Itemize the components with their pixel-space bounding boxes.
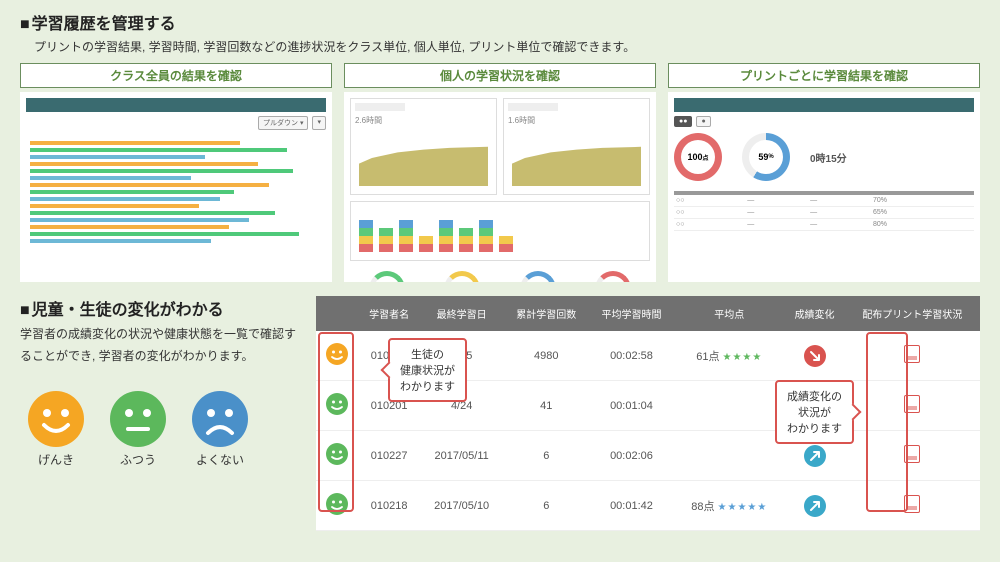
section2-desc: 学習者の成績変化の状況や健康状態を一覧で確認することができ, 学習者の変化がわか… <box>20 324 300 367</box>
section2-title: 児童・生徒の変化がわかる <box>20 296 300 320</box>
neutral-face-icon <box>110 391 166 447</box>
cell-date: 2017/05/10 <box>420 481 504 531</box>
distribution-icon[interactable] <box>904 445 920 463</box>
cell-score: 61点 ★★★★ <box>674 331 784 381</box>
mood-face-icon <box>326 343 348 365</box>
table-row[interactable]: 0102272017/05/11600:02:06 <box>316 431 980 481</box>
th-score: 平均点 <box>674 296 784 331</box>
mood-face-icon <box>326 393 348 415</box>
table-row[interactable]: 0102182017/05/10600:01:4288点 ★★★★★ <box>316 481 980 531</box>
trend-up-icon <box>804 495 826 517</box>
score-sub: 59 <box>758 152 768 162</box>
cell-name: 010218 <box>359 481 420 531</box>
cell-time: 00:02:06 <box>589 431 674 481</box>
panel-thumb-1: プルダウン ▾▾ <box>20 92 332 282</box>
cell-time: 00:02:58 <box>589 331 674 381</box>
cell-date: 2017/05/11 <box>420 431 504 481</box>
cell-count: 4980 <box>504 331 589 381</box>
th-dist: 配布プリント学習状況 <box>845 296 980 331</box>
time-display: 0時15分 <box>810 150 847 165</box>
cell-distribution[interactable] <box>845 381 980 431</box>
cell-count: 6 <box>504 431 589 481</box>
panel-thumb-3: ●● ● 100点 59% 0時15分 <box>668 92 980 282</box>
cell-score <box>674 381 784 431</box>
mood-face-icon <box>326 493 348 515</box>
gauge-1: 92 <box>369 271 405 282</box>
score-main: 100 <box>687 152 702 162</box>
cell-distribution[interactable] <box>845 331 980 381</box>
panel-caption-3: プリントごとに学習結果を確認 <box>668 63 980 88</box>
cell-distribution[interactable] <box>845 431 980 481</box>
panels-row: クラス全員の結果を確認 プルダウン ▾▾ <box>20 63 980 282</box>
th-count: 累計学習回数 <box>504 296 589 331</box>
mood-face-icon <box>326 443 348 465</box>
cell-score <box>674 431 784 481</box>
distribution-icon[interactable] <box>904 345 920 363</box>
table-header-row: 学習者名 最終学習日 累計学習回数 平均学習時間 平均点 成績変化 配布プリント… <box>316 296 980 331</box>
th-face <box>316 296 359 331</box>
th-date: 最終学習日 <box>420 296 504 331</box>
cell-time: 00:01:42 <box>589 481 674 531</box>
cell-count: 6 <box>504 481 589 531</box>
gauge-2: 90 <box>444 271 480 282</box>
gauge-4: 75 <box>595 271 631 282</box>
learner-table: 学習者名 最終学習日 累計学習回数 平均学習時間 平均点 成績変化 配布プリント… <box>316 296 980 531</box>
cell-score: 88点 ★★★★★ <box>674 481 784 531</box>
cell-name: 010227 <box>359 431 420 481</box>
th-trend: 成績変化 <box>785 296 845 331</box>
distribution-icon[interactable] <box>904 395 920 413</box>
mood-legend: げんき ふつう よくない <box>20 391 300 468</box>
legend-yokunai: よくない <box>184 391 256 468</box>
cell-distribution[interactable] <box>845 481 980 531</box>
callout-health: 生徒の 健康状況が わかります <box>388 338 467 402</box>
cell-count: 41 <box>504 381 589 431</box>
sad-face-icon <box>192 391 248 447</box>
section1-title: 学習履歴を管理する <box>20 10 980 34</box>
cell-time: 00:01:04 <box>589 381 674 431</box>
cell-trend <box>785 481 845 531</box>
distribution-icon[interactable] <box>904 495 920 513</box>
legend-futsuu: ふつう <box>102 391 174 468</box>
panel-thumb-2: 2.6時間 1.6時間 <box>344 92 656 282</box>
section1-desc: プリントの学習結果, 学習時間, 学習回数などの進捗状況をクラス単位, 個人単位… <box>34 38 980 55</box>
panel-caption-1: クラス全員の結果を確認 <box>20 63 332 88</box>
gauge-3: 85 <box>520 271 556 282</box>
th-name: 学習者名 <box>359 296 420 331</box>
panel-class-results: クラス全員の結果を確認 プルダウン ▾▾ <box>20 63 332 282</box>
trend-up-icon <box>804 445 826 467</box>
panel-individual: 個人の学習状況を確認 2.6時間 1.6時間 <box>344 63 656 282</box>
legend-genki: げんき <box>20 391 92 468</box>
callout-change: 成績変化の 状況が わかります <box>775 380 854 444</box>
panel-print-results: プリントごとに学習結果を確認 ●● ● 100点 59% <box>668 63 980 282</box>
panel-caption-2: 個人の学習状況を確認 <box>344 63 656 88</box>
cell-trend <box>785 331 845 381</box>
section2: 児童・生徒の変化がわかる 学習者の成績変化の状況や健康状態を一覧で確認することが… <box>20 296 980 531</box>
trend-down-icon <box>804 345 826 367</box>
happy-face-icon <box>28 391 84 447</box>
th-time: 平均学習時間 <box>589 296 674 331</box>
